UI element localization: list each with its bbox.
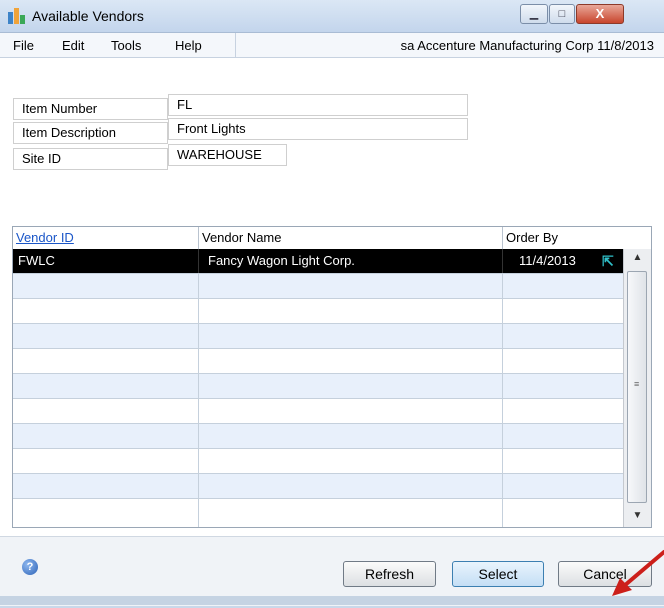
grid-header: Vendor ID Vendor Name Order By	[13, 227, 651, 250]
table-row[interactable]	[13, 449, 623, 474]
table-row[interactable]	[13, 399, 623, 424]
minimize-button[interactable]: ▁	[520, 4, 548, 24]
item-description-field[interactable]: Front Lights	[168, 118, 468, 140]
vertical-scrollbar[interactable]: ▲ ≡ ▼	[623, 249, 651, 527]
table-row[interactable]	[13, 349, 623, 374]
close-button[interactable]: X	[576, 4, 624, 24]
table-row[interactable]: FWLC Fancy Wagon Light Corp. 11/4/2013 ⇱	[13, 249, 623, 274]
lookup-icon[interactable]: ⇱	[602, 253, 616, 269]
table-row[interactable]	[13, 499, 623, 527]
chart-app-icon	[8, 8, 26, 24]
user-company-date-status: sa Accenture Manufacturing Corp 11/8/201…	[400, 38, 654, 53]
menu-tools[interactable]: Tools	[111, 38, 141, 53]
vendors-grid: Vendor ID Vendor Name Order By FWLC Fanc…	[12, 226, 652, 528]
table-row[interactable]	[13, 274, 623, 299]
table-row[interactable]	[13, 299, 623, 324]
help-icon[interactable]: ?	[22, 559, 38, 575]
table-row[interactable]	[13, 324, 623, 349]
scroll-up-icon[interactable]: ▲	[624, 249, 651, 267]
menu-help[interactable]: Help	[175, 38, 202, 53]
vendor-id-cell: FWLC	[13, 249, 199, 273]
column-header-order-by[interactable]: Order By	[503, 227, 651, 249]
select-button[interactable]: Select	[452, 561, 544, 587]
menu-edit[interactable]: Edit	[62, 38, 84, 53]
window-title: Available Vendors	[32, 8, 144, 24]
item-description-label: Item Description	[13, 122, 168, 144]
column-header-vendor-id[interactable]: Vendor ID	[13, 227, 199, 249]
title-bar: Available Vendors ▁ □ X	[0, 0, 664, 33]
grip-icon: ≡	[634, 379, 640, 389]
table-row[interactable]	[13, 424, 623, 449]
menu-file[interactable]: File	[13, 38, 34, 53]
maximize-button[interactable]: □	[549, 4, 575, 24]
menu-divider	[235, 33, 236, 57]
scrollbar-thumb[interactable]: ≡	[627, 271, 647, 503]
site-id-label: Site ID	[13, 148, 168, 170]
refresh-button[interactable]: Refresh	[343, 561, 436, 587]
scroll-down-icon[interactable]: ▼	[624, 507, 651, 525]
menu-bar: File Edit Tools Help sa Accenture Manufa…	[0, 33, 664, 58]
item-number-label: Item Number	[13, 98, 168, 120]
window-bottom-border	[0, 596, 664, 605]
site-id-field[interactable]: WAREHOUSE	[168, 144, 287, 166]
column-header-vendor-name[interactable]: Vendor Name	[199, 227, 503, 249]
vendor-name-cell: Fancy Wagon Light Corp.	[199, 249, 503, 273]
table-row[interactable]	[13, 374, 623, 399]
annotation-arrow-icon	[612, 550, 664, 596]
item-number-field[interactable]: FL	[168, 94, 468, 116]
table-row[interactable]	[13, 474, 623, 499]
